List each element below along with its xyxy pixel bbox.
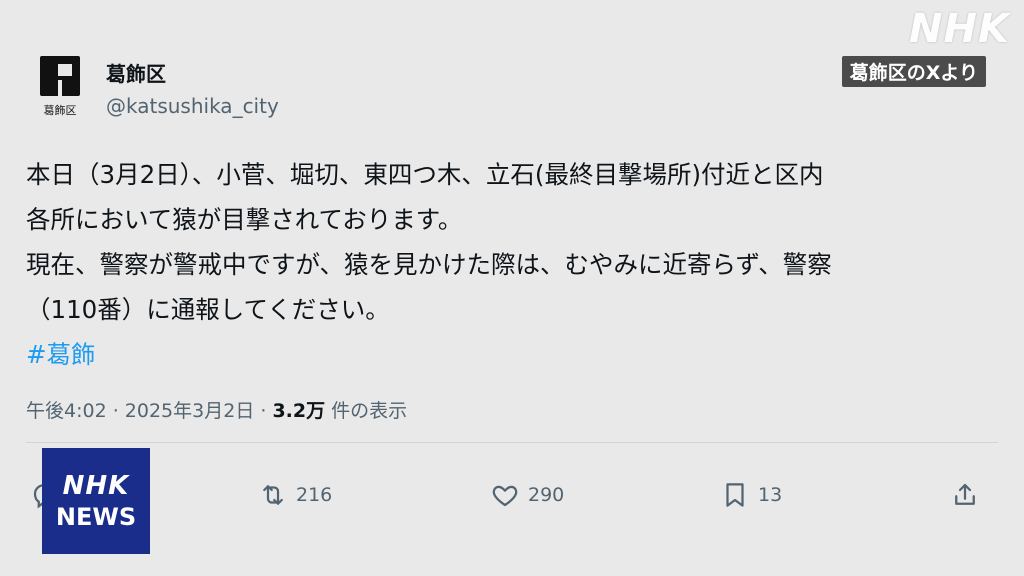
- divider: [26, 442, 998, 443]
- heart-icon: [492, 485, 518, 507]
- nhk-badge-line1: NHK: [62, 471, 130, 501]
- retweet-button[interactable]: 216: [258, 480, 332, 510]
- post-line: 本日（3月2日）、小菅、堀切、東四つ木、立石(最終目撃場所)付近と区内: [26, 160, 824, 189]
- handle[interactable]: @katsushika_city: [106, 91, 279, 121]
- action-bar: 216 290 13: [0, 474, 1024, 522]
- katsushika-logo-icon: [40, 56, 80, 96]
- like-count: 290: [528, 484, 565, 506]
- nhk-watermark-logo: NHK: [909, 6, 1010, 52]
- post-line: （110番）に通報してください。: [26, 295, 390, 324]
- bookmark-icon: [726, 483, 744, 507]
- retweet-count: 216: [296, 484, 333, 506]
- retweet-icon: [263, 485, 283, 505]
- bookmark-count: 13: [758, 484, 783, 506]
- source-label: 葛飾区のXより: [841, 56, 986, 87]
- hashtag-link[interactable]: #葛飾: [26, 332, 996, 377]
- view-count-suffix: 件の表示: [325, 400, 408, 422]
- nhk-news-badge: NHK NEWS: [42, 448, 150, 554]
- post-line: 各所において猿が目撃されております。: [26, 205, 463, 234]
- share-icon: [955, 483, 975, 505]
- post-timestamp[interactable]: 午後4:02 · 2025年3月2日 ·: [26, 400, 272, 422]
- avatar-caption: 葛飾区: [43, 104, 77, 117]
- author-names: 葛飾区 @katsushika_city: [106, 61, 279, 121]
- avatar[interactable]: 葛飾区: [34, 56, 86, 126]
- post-body: 本日（3月2日）、小菅、堀切、東四つ木、立石(最終目撃場所)付近と区内 各所にお…: [26, 152, 996, 377]
- post-header: 葛飾区 葛飾区 @katsushika_city: [34, 56, 279, 126]
- display-name[interactable]: 葛飾区: [106, 61, 279, 87]
- bookmark-button[interactable]: 13: [720, 480, 782, 510]
- view-count: 3.2万: [272, 400, 326, 422]
- share-button[interactable]: [950, 480, 980, 510]
- post-line: 現在、警察が警戒中ですが、猿を見かけた際は、むやみに近寄らず、警察: [26, 250, 832, 279]
- like-button[interactable]: 290: [490, 480, 564, 510]
- post-meta: 午後4:02 · 2025年3月2日 · 3.2万 件の表示: [26, 396, 407, 423]
- nhk-badge-line2: NEWS: [55, 503, 137, 531]
